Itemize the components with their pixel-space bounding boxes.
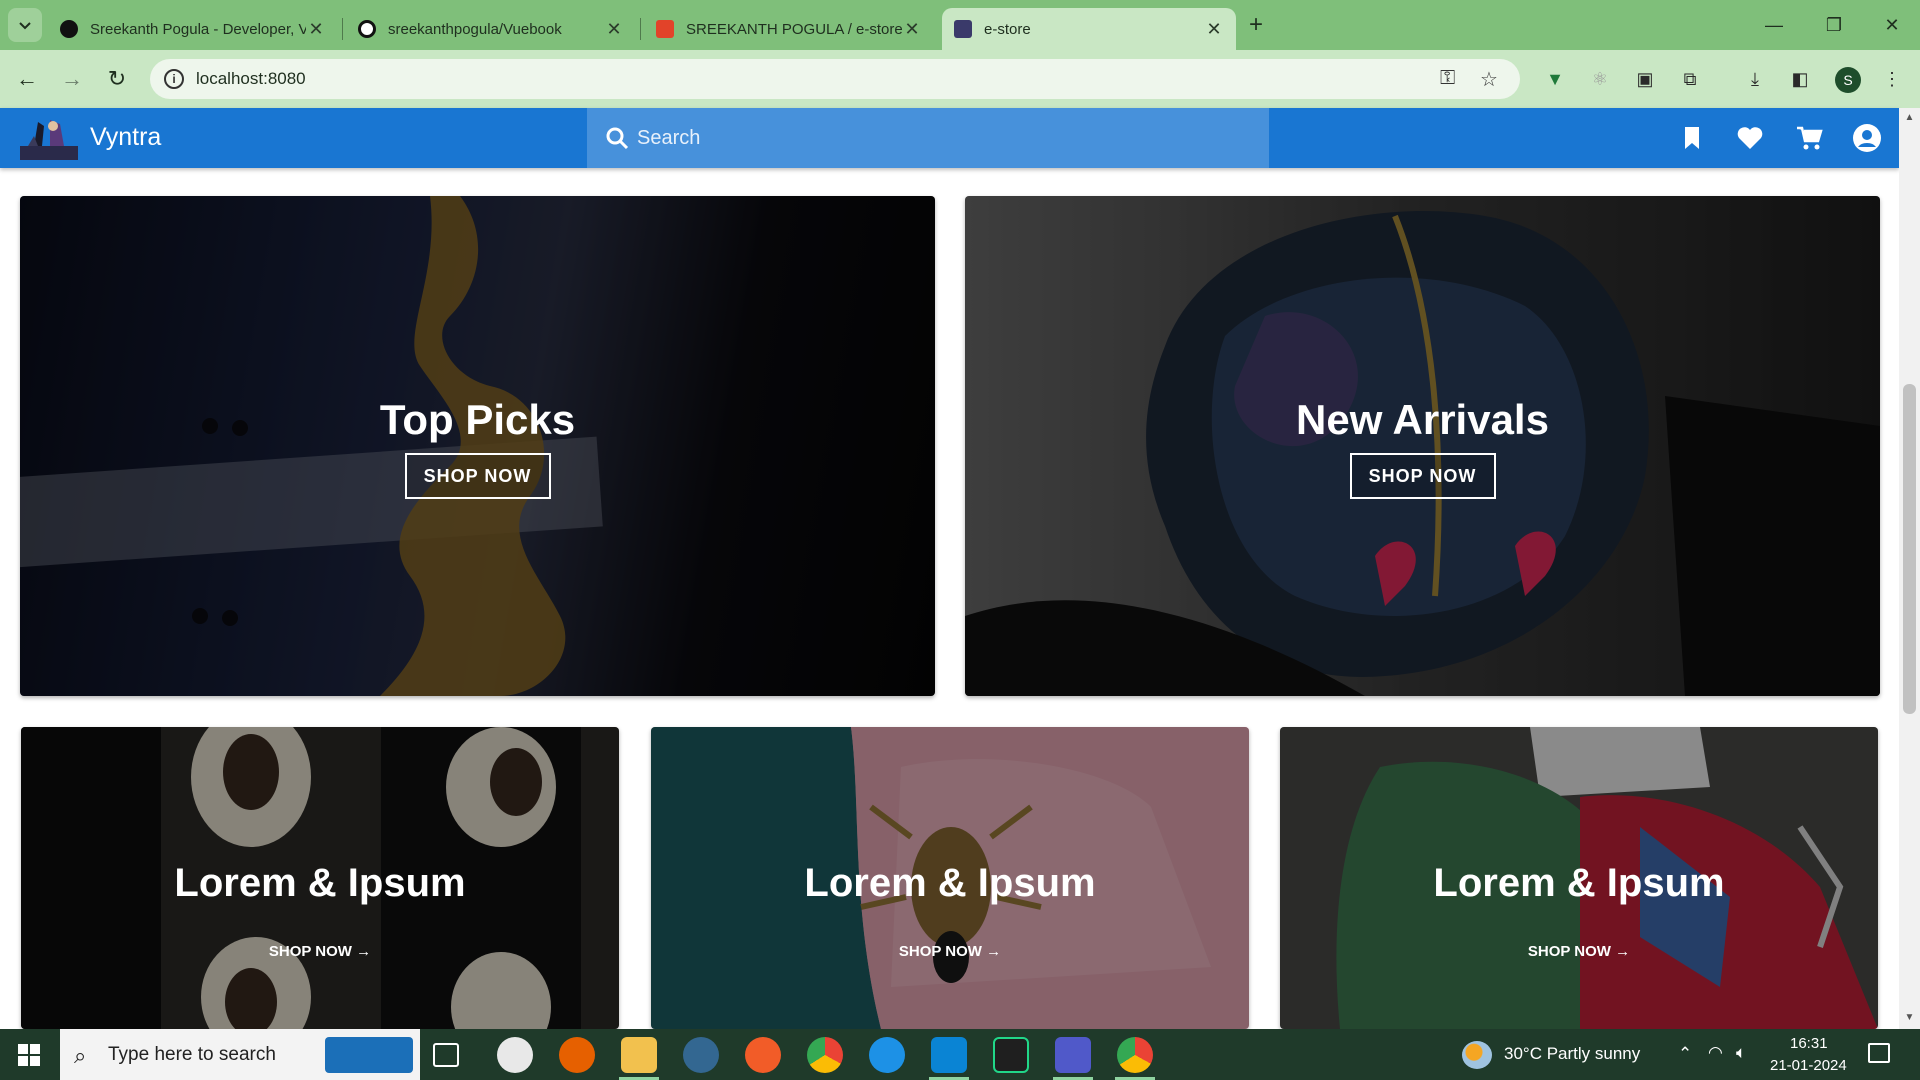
postman-icon[interactable] xyxy=(745,1037,781,1073)
browser-tab[interactable]: sreekanthpogula/Vuebook ✕ xyxy=(346,8,636,50)
windows-start-icon[interactable] xyxy=(18,1044,40,1066)
extension-save-icon[interactable]: ▣ xyxy=(1632,66,1658,92)
docker-icon[interactable] xyxy=(869,1037,905,1073)
chevron-down-icon xyxy=(19,22,31,30)
site-favicon-icon xyxy=(954,20,972,38)
chevron-up-icon[interactable]: ⌃ xyxy=(1678,1044,1692,1080)
shop-now-link[interactable]: SHOP NOW → xyxy=(651,943,1249,960)
address-bar[interactable]: i localhost:8080 ⚿ ☆ xyxy=(150,59,1520,99)
app-header: Vyntra xyxy=(0,108,1899,168)
postgresql-icon[interactable] xyxy=(683,1037,719,1073)
tab-divider xyxy=(640,18,641,40)
close-tab-icon[interactable]: ✕ xyxy=(1204,19,1224,40)
notifications-icon[interactable] xyxy=(1868,1043,1890,1063)
scroll-down-icon[interactable]: ▼ xyxy=(1903,1012,1916,1023)
search-input[interactable] xyxy=(637,108,1257,168)
forward-button[interactable]: → xyxy=(55,62,89,96)
search-bar[interactable] xyxy=(587,108,1269,168)
brand-logo-icon[interactable] xyxy=(20,116,78,160)
card-title: Top Picks xyxy=(379,396,576,443)
teams-icon[interactable] xyxy=(1055,1037,1091,1073)
tab-divider xyxy=(342,18,343,40)
browser-tab[interactable]: Sreekanth Pogula - Developer, V ✕ xyxy=(48,8,338,50)
shop-now-link[interactable]: SHOP NOW → xyxy=(1280,943,1878,960)
hero-card-new-arrivals[interactable]: New Arrivals SHOP NOW xyxy=(965,196,1880,696)
card-title: New Arrivals xyxy=(1296,396,1549,443)
card-title: Lorem & Ipsum xyxy=(1433,861,1725,905)
key-icon[interactable]: ⚿ xyxy=(1440,67,1455,90)
card-title: Lorem & Ipsum xyxy=(174,861,466,905)
chrome-profile-icon[interactable] xyxy=(1117,1037,1153,1073)
shop-now-button[interactable]: SHOP NOW xyxy=(404,453,551,499)
download-icon[interactable]: ⤓ xyxy=(1742,66,1768,92)
task-view-icon[interactable] xyxy=(433,1043,459,1067)
windows-taskbar: ⌕ Type here to search 30°C Partly sunny … xyxy=(0,1029,1920,1080)
search-highlight-icon[interactable] xyxy=(325,1037,413,1073)
firefox-icon[interactable] xyxy=(559,1037,595,1073)
url-text[interactable]: localhost:8080 xyxy=(196,69,306,89)
browser-tab-strip: Sreekanth Pogula - Developer, V ✕ sreeka… xyxy=(0,0,1920,50)
extensions-puzzle-icon[interactable]: ⧉ xyxy=(1677,66,1703,92)
tab-title: sreekanthpogula/Vuebook xyxy=(388,20,562,38)
weather-icon[interactable] xyxy=(1462,1041,1492,1069)
close-tab-icon[interactable]: ✕ xyxy=(604,19,624,40)
shop-now-button[interactable]: SHOP NOW xyxy=(1349,453,1496,499)
browser-tab[interactable]: SREEKANTH POGULA / e-store ✕ xyxy=(644,8,934,50)
page-scrollbar[interactable]: ▲ ▼ xyxy=(1899,108,1920,1029)
gitlab-icon xyxy=(656,20,674,38)
chrome-icon[interactable] xyxy=(807,1037,843,1073)
volume-icon[interactable]: 🔈︎ xyxy=(1736,1043,1746,1080)
search-icon: ⌕ xyxy=(74,1043,87,1068)
file-explorer-icon[interactable] xyxy=(621,1037,657,1073)
profile-avatar[interactable]: S xyxy=(1835,67,1861,93)
card-overlay xyxy=(20,196,935,696)
search-icon xyxy=(606,127,629,150)
browser-menu-icon[interactable]: ⋮ xyxy=(1879,66,1905,92)
minimize-button[interactable]: — xyxy=(1752,10,1796,40)
tab-search-button[interactable] xyxy=(8,8,42,42)
cart-icon[interactable] xyxy=(1794,123,1824,153)
clock-date[interactable]: 21-01-2024 xyxy=(1770,1057,1847,1080)
wifi-icon[interactable]: ◠ xyxy=(1708,1043,1723,1080)
app-icon[interactable] xyxy=(497,1037,533,1073)
close-tab-icon[interactable]: ✕ xyxy=(902,19,922,40)
github-icon xyxy=(358,20,376,38)
bookmark-icon[interactable] xyxy=(1677,123,1707,153)
heart-icon[interactable] xyxy=(1735,123,1765,153)
brand-name[interactable]: Vyntra xyxy=(90,123,161,152)
reload-button[interactable]: ↻ xyxy=(100,62,134,96)
scrollbar-thumb[interactable] xyxy=(1903,384,1916,714)
extension-vue-icon[interactable]: ▼ xyxy=(1542,66,1568,92)
browser-toolbar: ← → ↻ i localhost:8080 ⚿ ☆ ▼ ⚛ ▣ ⧉ ⤓ ◧ S… xyxy=(0,50,1920,108)
restore-button[interactable]: ❐ xyxy=(1812,10,1856,40)
taskbar-search[interactable]: ⌕ Type here to search xyxy=(60,1029,420,1080)
vscode-icon[interactable] xyxy=(931,1037,967,1073)
taskbar-search-input[interactable]: Type here to search xyxy=(108,1044,276,1066)
scroll-up-icon[interactable]: ▲ xyxy=(1903,112,1916,123)
card-overlay xyxy=(965,196,1880,696)
card-title: Lorem & Ipsum xyxy=(804,861,1096,905)
promo-card[interactable]: Lorem & Ipsum SHOP NOW → xyxy=(651,727,1249,1029)
star-icon[interactable]: ☆ xyxy=(1480,67,1498,92)
weather-text[interactable]: 30°C Partly sunny xyxy=(1504,1044,1640,1080)
promo-card[interactable]: Lorem & Ipsum SHOP NOW → xyxy=(21,727,619,1029)
tab-title: Sreekanth Pogula - Developer, V xyxy=(90,20,306,38)
close-tab-icon[interactable]: ✕ xyxy=(306,19,326,40)
site-info-icon[interactable]: i xyxy=(164,69,184,89)
extension-react-icon[interactable]: ⚛ xyxy=(1587,66,1613,92)
tab-title: SREEKANTH POGULA / e-store xyxy=(686,20,902,38)
new-tab-button[interactable]: + xyxy=(1242,12,1270,40)
browser-tab-active[interactable]: e-store ✕ xyxy=(942,8,1236,50)
promo-card[interactable]: Lorem & Ipsum SHOP NOW → xyxy=(1280,727,1878,1029)
account-icon[interactable] xyxy=(1852,123,1882,153)
hero-card-top-picks[interactable]: Top Picks SHOP NOW xyxy=(20,196,935,696)
close-window-button[interactable]: ✕ xyxy=(1870,10,1914,40)
side-panel-icon[interactable]: ◧ xyxy=(1787,66,1813,92)
shop-now-link[interactable]: SHOP NOW → xyxy=(21,943,619,960)
back-button[interactable]: ← xyxy=(10,62,44,96)
pycharm-icon[interactable] xyxy=(993,1037,1029,1073)
tab-title: e-store xyxy=(984,20,1031,38)
site-favicon-icon xyxy=(60,20,78,38)
